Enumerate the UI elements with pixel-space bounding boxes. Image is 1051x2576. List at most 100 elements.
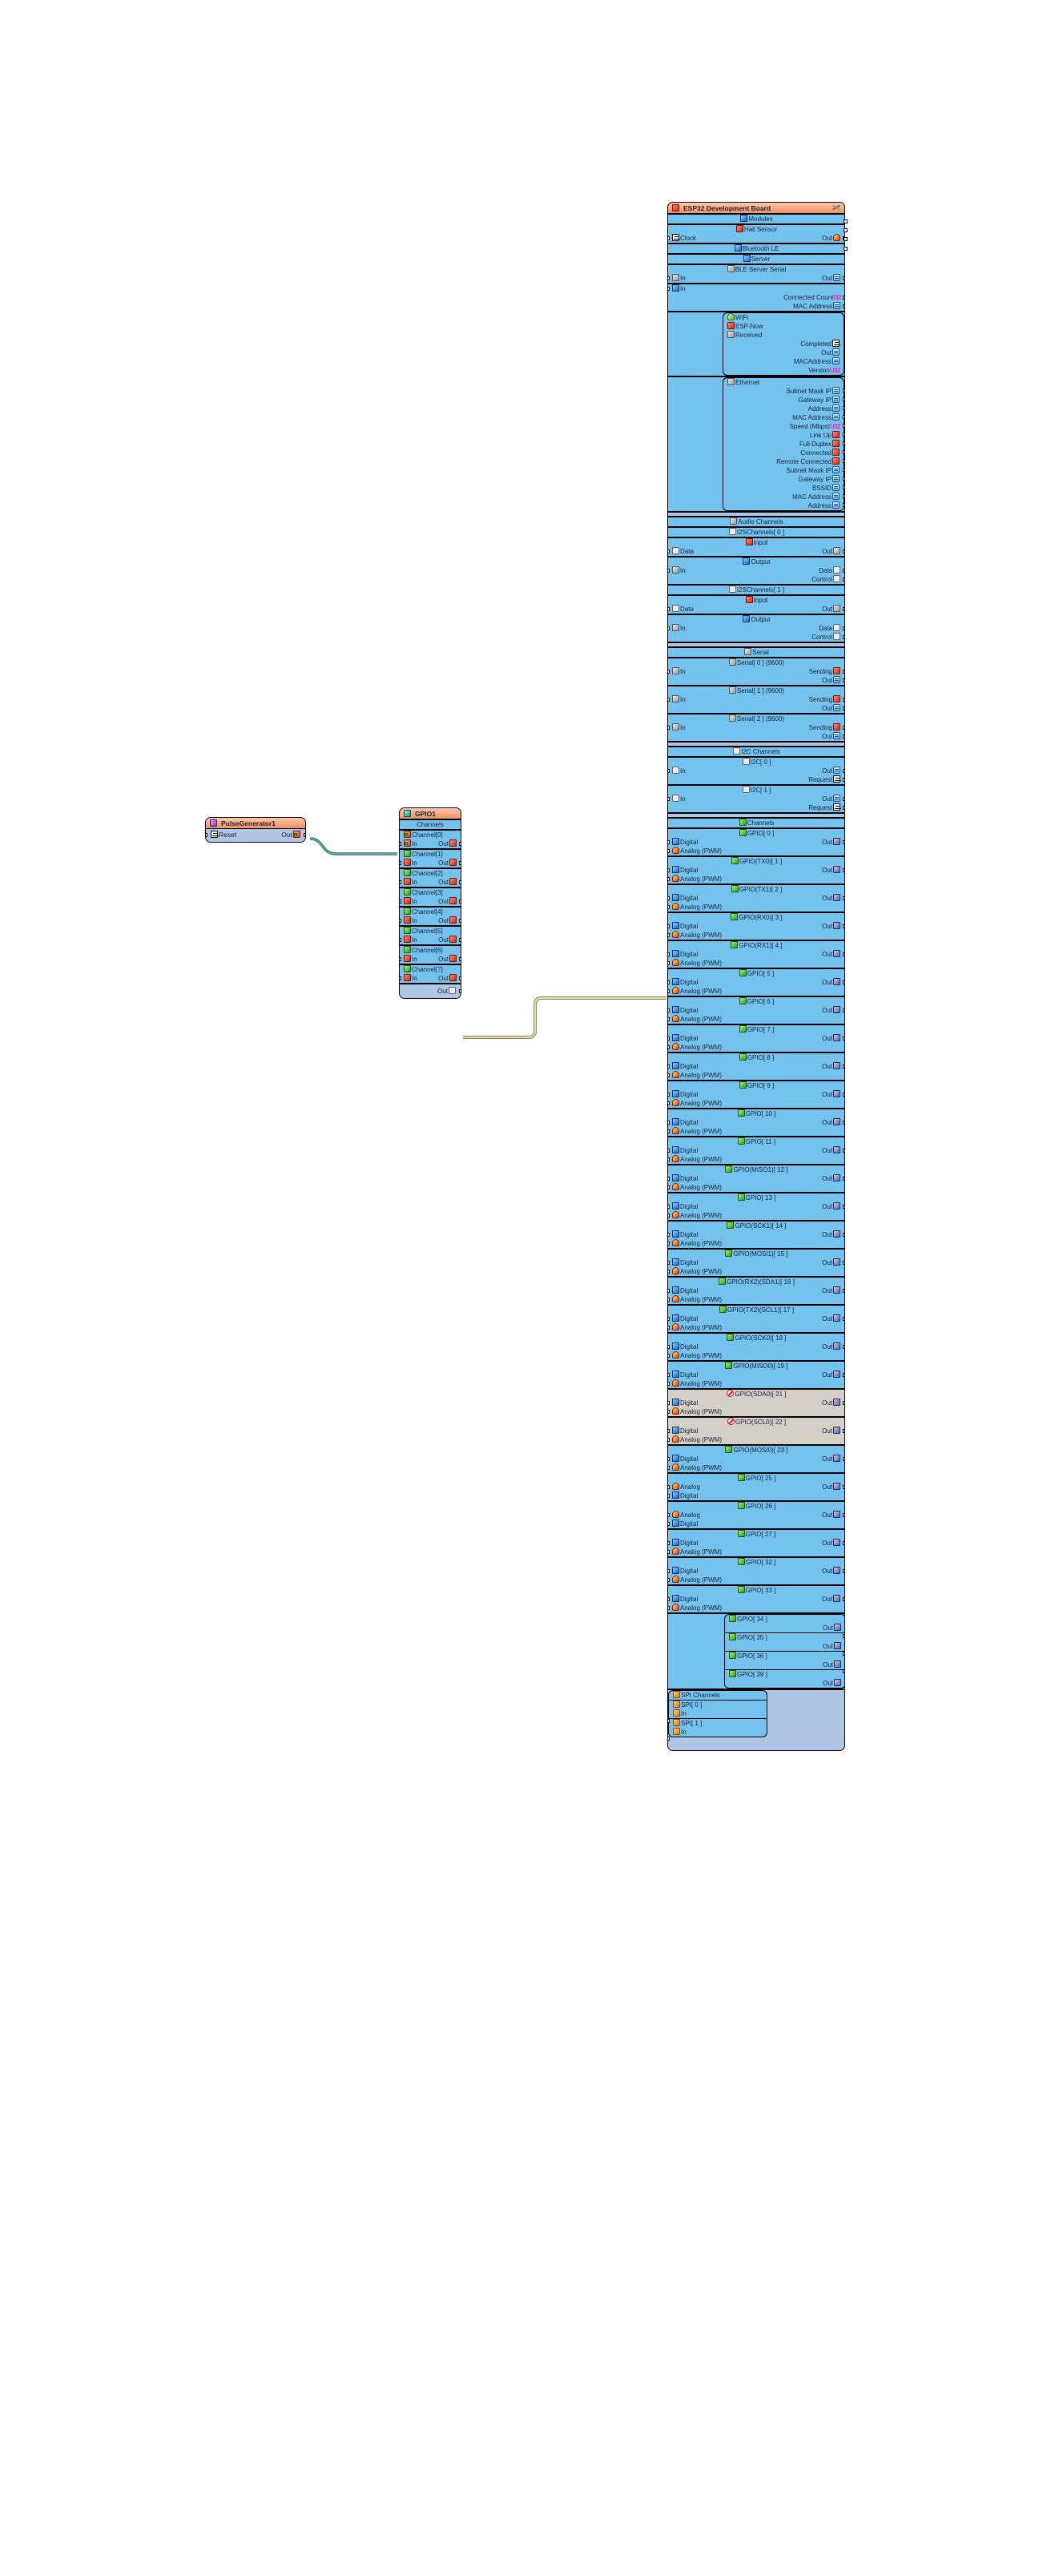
pin-serial2-out[interactable] [843,735,844,739]
pin-i2s0-data-in[interactable] [668,549,670,553]
component-esp32-development-board[interactable]: ESP32 Development Board Modules Hall Sen… [667,202,848,1751]
pin-gpio6-out[interactable] [843,1008,844,1012]
pin-gpio19-a[interactable] [668,1373,670,1377]
pin-gpio11-a[interactable] [668,1149,670,1153]
pin-ethernet-3[interactable] [843,415,844,419]
pin-gpio12-a[interactable] [668,1177,670,1181]
pin-ble-in2[interactable] [668,287,670,291]
pin-gpio4-a[interactable] [668,952,670,956]
pin-gpio14-a[interactable] [668,1233,670,1237]
pin-gpio6-b[interactable] [668,1017,670,1021]
pin-gpio9-out[interactable] [843,1093,844,1097]
pin-i2s1-in[interactable] [668,626,670,630]
pin-gpio1-ch0-in[interactable] [400,842,401,846]
pin-gpio15-b[interactable] [668,1270,670,1274]
pin-gpio8-a[interactable] [668,1065,670,1069]
pin-ble-out[interactable] [843,276,844,280]
pin-serial0-in[interactable] [668,670,670,674]
pin-i2s1-data-out[interactable] [843,626,844,630]
pin-gpio1-ch7-in[interactable] [400,976,401,980]
pin-gpio13-b[interactable] [668,1214,670,1218]
pin-gpio18-out[interactable] [843,1345,844,1349]
pin-serial0-out[interactable] [843,678,844,682]
pin-wifi-out[interactable] [844,228,848,232]
pin-gpio23-a[interactable] [668,1485,670,1489]
pin-pulsegen-out[interactable] [304,833,305,837]
wrench-icon[interactable] [832,204,841,211]
pin-gpio15-a[interactable] [668,1261,670,1265]
pin-gpio21-b[interactable] [668,1438,670,1442]
pin-gpio19-b[interactable] [668,1382,670,1386]
pin-gpio1-ch2-out[interactable] [459,880,461,884]
pin-gpio3-a[interactable] [668,924,670,928]
pin-gpio22-b[interactable] [668,1466,670,1470]
pin-ethernet-7[interactable] [843,450,844,454]
pin-gpio1-ch4-out[interactable] [459,919,461,923]
pin-gpio14-b[interactable] [668,1242,670,1246]
pin-gpio25-out[interactable] [843,1541,844,1545]
pin-gpio13-a[interactable] [668,1205,670,1209]
pin-i2c0-out[interactable] [843,769,844,773]
pin-i2s0-control[interactable] [843,578,844,582]
pin-ethernet-10[interactable] [843,477,844,481]
pin-gpio1-ch7-out[interactable] [459,976,461,980]
pin-serial1-in[interactable] [668,698,670,702]
pin-gpio21-a[interactable] [668,1429,670,1433]
pin-gpio18-b[interactable] [668,1354,670,1358]
pin-gpio16-b[interactable] [668,1298,670,1302]
pin-i2s1-data-in[interactable] [668,607,670,611]
pin-gpio-input-only-1[interactable] [843,1652,844,1656]
pin-i2c0-in[interactable] [668,769,670,773]
pin-ethernet-2[interactable] [843,406,844,410]
pin-gpio14-out[interactable] [843,1233,844,1237]
pin-gpio26-out[interactable] [843,1569,844,1573]
pin-gpio26-b[interactable] [668,1578,670,1582]
pin-ethernet-1[interactable] [843,397,844,401]
pin-gpio16-out[interactable] [843,1289,844,1293]
pin-serial2-in[interactable] [668,726,670,730]
pin-gpio-input-only-2[interactable] [843,1669,844,1673]
pin-gpio10-b[interactable] [668,1129,670,1133]
pin-ethernet-8[interactable] [843,459,844,463]
pin-gpio12-out[interactable] [843,1177,844,1181]
pin-gpio0-a[interactable] [668,840,670,844]
pin-gpio1-ch6-in[interactable] [400,957,401,961]
pin-ethernet-9[interactable] [843,468,844,472]
pin-gpio11-out[interactable] [843,1149,844,1153]
pin-i2c1-request[interactable] [843,806,844,810]
pin-pulsegen-reset[interactable] [206,833,207,837]
pin-wifi-version[interactable] [844,247,848,251]
pin-gpio23-out[interactable] [843,1485,844,1489]
pin-gpio5-a[interactable] [668,980,670,984]
pin-gpio20-b[interactable] [668,1410,670,1414]
pin-wifi-completed[interactable] [844,219,848,223]
pin-gpio27-b[interactable] [668,1606,670,1610]
component-pulsegenerator[interactable]: PulseGenerator1 Reset Out [205,817,306,843]
pulsegenerator-header[interactable]: PulseGenerator1 [206,818,305,829]
pin-gpio1-ch3-out[interactable] [459,900,461,904]
pin-gpio3-out[interactable] [843,924,844,928]
pin-gpio13-out[interactable] [843,1205,844,1209]
pin-gpio20-a[interactable] [668,1401,670,1405]
pin-gpio10-a[interactable] [668,1121,670,1125]
pin-gpio21-out[interactable] [843,1429,844,1433]
pin-gpio19-out[interactable] [843,1373,844,1377]
pin-ethernet-6[interactable] [843,441,844,445]
pin-gpio27-a[interactable] [668,1597,670,1601]
pin-i2s0-out[interactable] [843,549,844,553]
pin-ethernet-12[interactable] [843,494,844,498]
pin-serial0-sending[interactable] [843,670,844,674]
pin-gpio1-ch6-out[interactable] [459,957,461,961]
pin-gpio8-b[interactable] [668,1073,670,1077]
pin-gpio7-out[interactable] [843,1036,844,1040]
pin-ble-in[interactable] [668,276,670,280]
pin-gpio24-out[interactable] [843,1513,844,1517]
pin-serial1-out[interactable] [843,706,844,710]
pin-gpio20-out[interactable] [843,1401,844,1405]
pin-spi1-in[interactable] [668,1737,670,1741]
pin-gpio17-out[interactable] [843,1317,844,1321]
pin-gpio7-b[interactable] [668,1045,670,1049]
pin-gpio9-a[interactable] [668,1093,670,1097]
pin-gpio22-out[interactable] [843,1457,844,1461]
esp32-header[interactable]: ESP32 Development Board [668,203,844,214]
